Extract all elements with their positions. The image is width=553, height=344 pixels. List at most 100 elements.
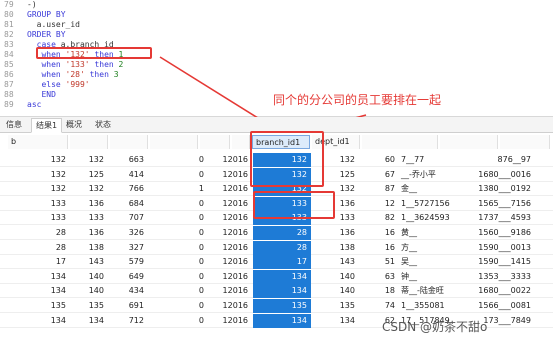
table-cell[interactable]: 0: [148, 153, 208, 167]
table-cell[interactable]: 方__: [399, 241, 459, 255]
table-cell[interactable]: 327: [108, 241, 148, 255]
table-cell[interactable]: 136: [70, 226, 108, 240]
table-cell[interactable]: 134: [20, 270, 70, 284]
table-cell[interactable]: __-乔小平: [399, 168, 459, 182]
column-header[interactable]: [150, 135, 198, 149]
table-cell[interactable]: 125: [70, 168, 108, 182]
table-cell[interactable]: 12016: [208, 197, 252, 211]
table-cell[interactable]: 876__97: [459, 153, 535, 167]
table-cell[interactable]: 135: [70, 299, 108, 313]
table-cell[interactable]: 0: [148, 314, 208, 328]
column-header[interactable]: [110, 135, 148, 149]
tab-info[interactable]: 信息: [2, 118, 26, 133]
table-cell[interactable]: 0: [148, 255, 208, 269]
table-cell[interactable]: 132: [20, 153, 70, 167]
table-cell[interactable]: 134: [20, 314, 70, 328]
table-cell[interactable]: 蒂__-陆金旺: [399, 284, 459, 298]
table-cell[interactable]: 12016: [208, 299, 252, 313]
table-cell[interactable]: 12016: [208, 241, 252, 255]
table-row[interactable]: 17 143 579 0 12016 17 143 51 吴__ 1590___1415: [0, 255, 553, 270]
table-cell[interactable]: 12: [359, 197, 399, 211]
table-cell[interactable]: 12016: [208, 270, 252, 284]
table-cell[interactable]: 133: [20, 211, 70, 225]
column-header[interactable]: [362, 135, 438, 149]
column-header[interactable]: [70, 135, 108, 149]
table-cell[interactable]: 74: [359, 299, 399, 313]
table-cell[interactable]: 12016: [208, 211, 252, 225]
table-cell[interactable]: 1353___3333: [459, 270, 535, 284]
table-cell[interactable]: 691: [108, 299, 148, 313]
cell-branch-id1[interactable]: 134: [253, 313, 311, 328]
table-cell[interactable]: 434: [108, 284, 148, 298]
cell-branch-id1[interactable]: 134: [253, 284, 311, 299]
table-cell[interactable]: 414: [108, 168, 148, 182]
table-cell[interactable]: 18: [359, 284, 399, 298]
column-header[interactable]: [500, 135, 550, 149]
table-cell[interactable]: 1565___7156: [459, 197, 535, 211]
table-cell[interactable]: 12016: [208, 284, 252, 298]
table-row[interactable]: 28 138 327 0 12016 28 138 16 方__ 1590___0013: [0, 240, 553, 255]
table-cell[interactable]: 12016: [208, 182, 252, 196]
table-cell[interactable]: 16: [359, 241, 399, 255]
tab-overview[interactable]: 概况: [62, 118, 86, 133]
table-cell[interactable]: 1__355081: [399, 299, 459, 313]
table-cell[interactable]: 12016: [208, 314, 252, 328]
table-cell[interactable]: 766: [108, 182, 148, 196]
table-cell[interactable]: 16: [359, 226, 399, 240]
table-cell[interactable]: 1560___9186: [459, 226, 535, 240]
table-cell[interactable]: 1__3624593: [399, 211, 459, 225]
table-cell[interactable]: 28: [20, 226, 70, 240]
table-cell[interactable]: 0: [148, 270, 208, 284]
table-cell[interactable]: 吴__: [399, 255, 459, 269]
table-cell[interactable]: 7__77: [399, 153, 459, 167]
table-cell[interactable]: 138: [311, 241, 359, 255]
table-cell[interactable]: 钟__: [399, 270, 459, 284]
table-cell[interactable]: 135: [20, 299, 70, 313]
table-cell[interactable]: 1680___0022: [459, 284, 535, 298]
table-cell[interactable]: 1680___0016: [459, 168, 535, 182]
table-cell[interactable]: 82: [359, 211, 399, 225]
table-cell[interactable]: 143: [311, 255, 359, 269]
table-cell[interactable]: 140: [311, 270, 359, 284]
table-cell[interactable]: 663: [108, 153, 148, 167]
table-cell[interactable]: 0: [148, 197, 208, 211]
cell-branch-id1[interactable]: 134: [253, 269, 311, 284]
table-cell[interactable]: 133: [20, 197, 70, 211]
table-cell[interactable]: 0: [148, 168, 208, 182]
table-cell[interactable]: 0: [148, 299, 208, 313]
column-header[interactable]: [200, 135, 230, 149]
table-cell[interactable]: 1566___0081: [459, 299, 535, 313]
table-cell[interactable]: 707: [108, 211, 148, 225]
table-cell[interactable]: 134: [20, 284, 70, 298]
table-cell[interactable]: 0: [148, 284, 208, 298]
table-row[interactable]: 28 136 326 0 12016 28 136 16 黄__ 1560___9186: [0, 226, 553, 240]
table-cell[interactable]: 132: [70, 182, 108, 196]
table-cell[interactable]: 黄__: [399, 226, 459, 240]
table-cell[interactable]: 60: [359, 153, 399, 167]
table-cell[interactable]: 63: [359, 270, 399, 284]
table-cell[interactable]: 12016: [208, 255, 252, 269]
table-cell[interactable]: 1__5727156: [399, 197, 459, 211]
table-cell[interactable]: 12016: [208, 153, 252, 167]
table-cell[interactable]: 12016: [208, 226, 252, 240]
table-cell[interactable]: 132: [20, 168, 70, 182]
table-cell[interactable]: 133: [70, 211, 108, 225]
table-cell[interactable]: 140: [311, 284, 359, 298]
table-row[interactable]: 134 140 649 0 12016 134 140 63 钟__ 1353___3333: [0, 269, 553, 284]
cell-branch-id1[interactable]: 28: [253, 240, 311, 255]
column-header[interactable]: [440, 135, 498, 149]
tab-result1[interactable]: 结果1: [31, 118, 63, 133]
table-cell[interactable]: 143: [70, 255, 108, 269]
table-cell[interactable]: 金__: [399, 182, 459, 196]
table-cell[interactable]: 134: [70, 314, 108, 328]
table-row[interactable]: 135 135 691 0 12016 135 135 74 1__355081 1566___0…: [0, 299, 553, 313]
cell-branch-id1[interactable]: 135: [253, 299, 311, 313]
table-cell[interactable]: 132: [70, 153, 108, 167]
table-cell[interactable]: 140: [70, 270, 108, 284]
table-cell[interactable]: 1: [148, 182, 208, 196]
table-cell[interactable]: 1380___0192: [459, 182, 535, 196]
tab-status[interactable]: 状态: [91, 118, 115, 133]
table-cell[interactable]: 712: [108, 314, 148, 328]
column-header[interactable]: b: [8, 135, 68, 149]
table-cell[interactable]: 1590___1415: [459, 255, 535, 269]
